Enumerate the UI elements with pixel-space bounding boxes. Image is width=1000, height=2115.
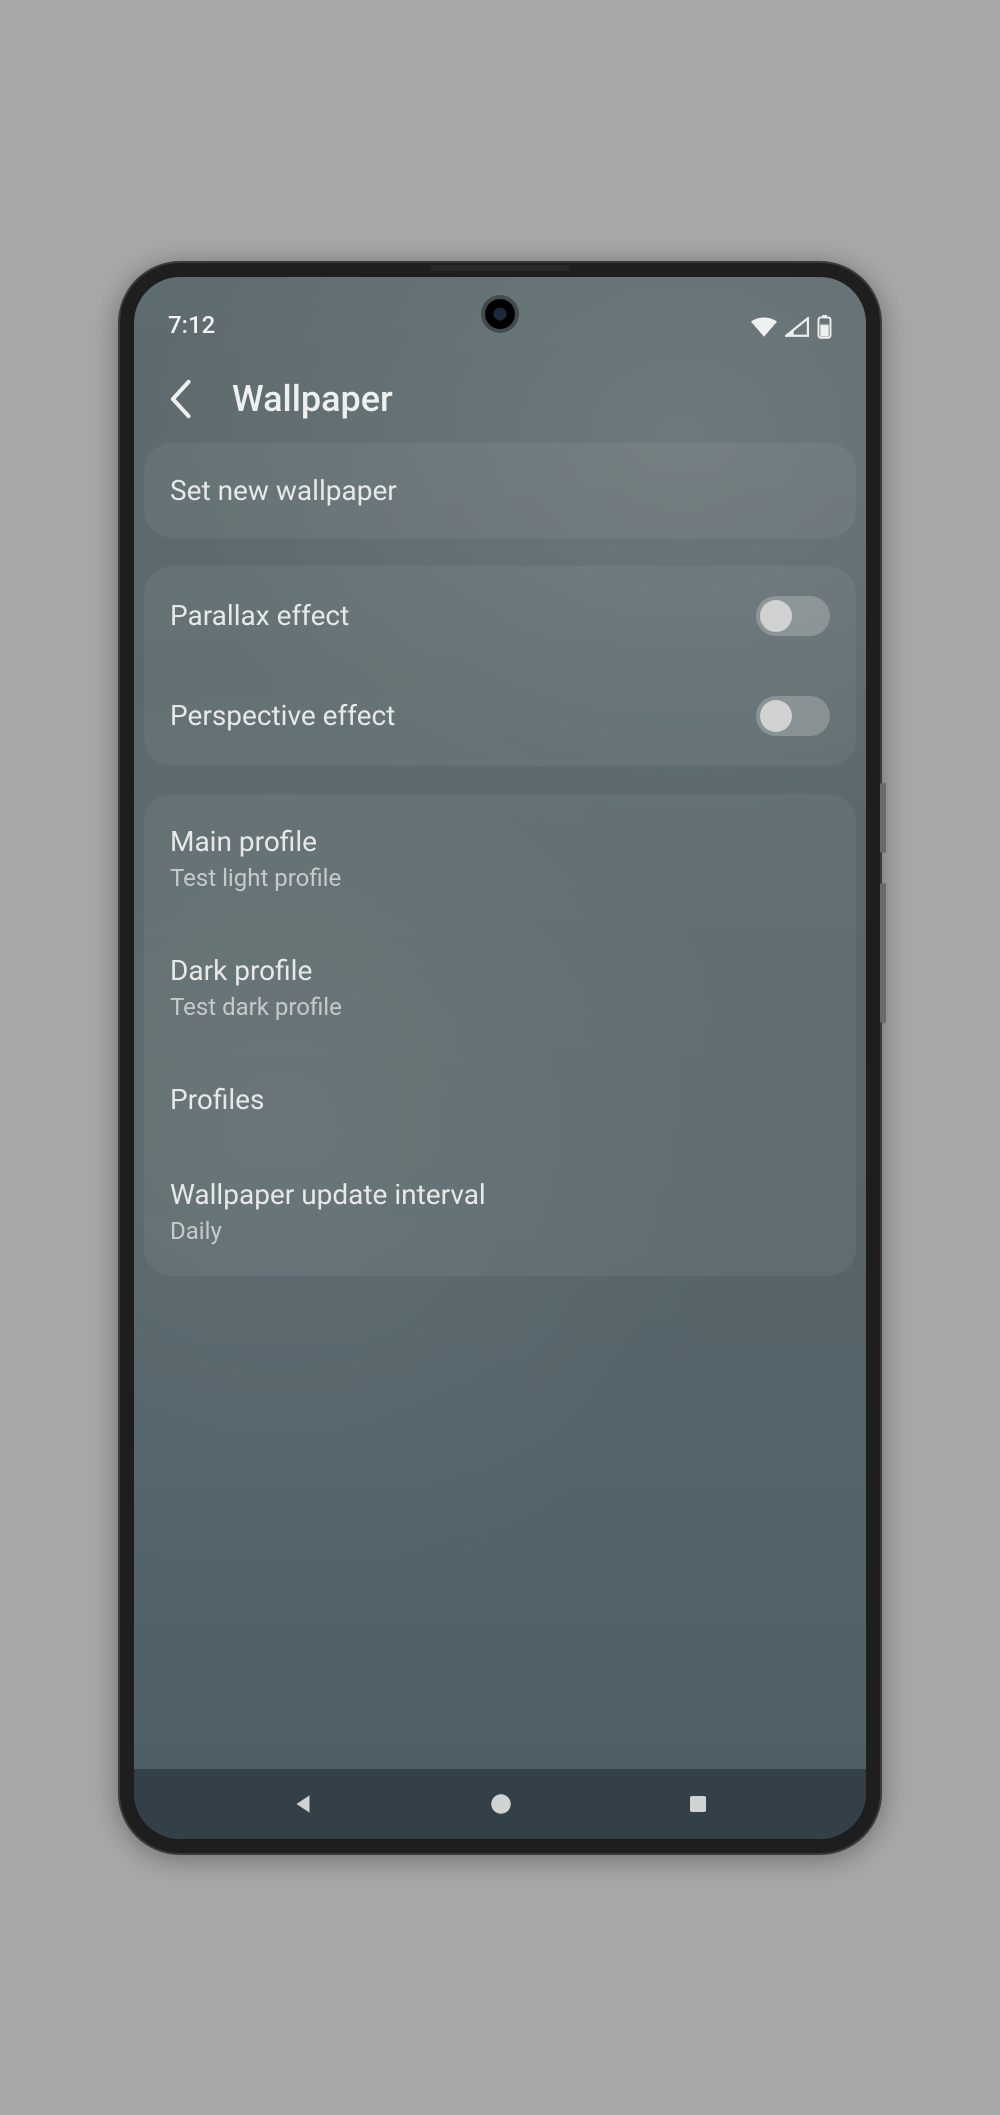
- screen: 7:12 Wallpaper: [134, 277, 866, 1839]
- wifi-icon: [751, 317, 777, 337]
- cellular-icon: [785, 317, 809, 337]
- side-button: [880, 883, 886, 1023]
- row-title: Main profile: [170, 824, 341, 859]
- row-title: Perspective effect: [170, 698, 395, 733]
- device-frame: 7:12 Wallpaper: [120, 263, 880, 1853]
- settings-group: Parallax effect Perspective effect: [144, 566, 856, 766]
- side-button: [880, 783, 886, 853]
- profiles-row[interactable]: Profiles: [144, 1052, 856, 1147]
- battery-icon: [817, 315, 832, 339]
- perspective-effect-row[interactable]: Perspective effect: [144, 666, 856, 766]
- toggle-knob: [760, 600, 792, 632]
- nav-recent-button[interactable]: [686, 1792, 710, 1816]
- settings-content: Set new wallpaper Parallax effect Persp: [134, 443, 866, 1276]
- settings-group: Set new wallpaper: [144, 443, 856, 538]
- wallpaper-update-interval-row[interactable]: Wallpaper update interval Daily: [144, 1147, 856, 1276]
- square-recent-icon: [686, 1792, 710, 1816]
- row-subtitle: Daily: [170, 1216, 486, 1246]
- status-icons: [751, 315, 832, 339]
- toggle-knob: [760, 700, 792, 732]
- set-new-wallpaper-row[interactable]: Set new wallpaper: [144, 443, 856, 538]
- page-title: Wallpaper: [232, 378, 393, 420]
- triangle-back-icon: [290, 1791, 316, 1817]
- row-title: Parallax effect: [170, 598, 349, 633]
- nav-back-button[interactable]: [290, 1791, 316, 1817]
- row-subtitle: Test dark profile: [170, 992, 342, 1022]
- row-title: Wallpaper update interval: [170, 1177, 486, 1212]
- row-title: Profiles: [170, 1082, 264, 1117]
- chevron-left-icon: [167, 379, 193, 419]
- nav-home-button[interactable]: [488, 1791, 514, 1817]
- main-profile-row[interactable]: Main profile Test light profile: [144, 794, 856, 923]
- system-nav-bar: [134, 1769, 866, 1839]
- row-subtitle: Test light profile: [170, 863, 341, 893]
- row-title: Dark profile: [170, 953, 342, 988]
- dark-profile-row[interactable]: Dark profile Test dark profile: [144, 923, 856, 1052]
- app-bar: Wallpaper: [134, 339, 866, 443]
- status-time: 7:12: [168, 311, 215, 339]
- circle-home-icon: [488, 1791, 514, 1817]
- back-button[interactable]: [158, 377, 202, 421]
- front-camera: [485, 299, 515, 329]
- parallax-effect-row[interactable]: Parallax effect: [144, 566, 856, 666]
- parallax-effect-toggle[interactable]: [756, 596, 830, 636]
- settings-group: Main profile Test light profile Dark pro…: [144, 794, 856, 1276]
- perspective-effect-toggle[interactable]: [756, 696, 830, 736]
- row-title: Set new wallpaper: [170, 473, 397, 508]
